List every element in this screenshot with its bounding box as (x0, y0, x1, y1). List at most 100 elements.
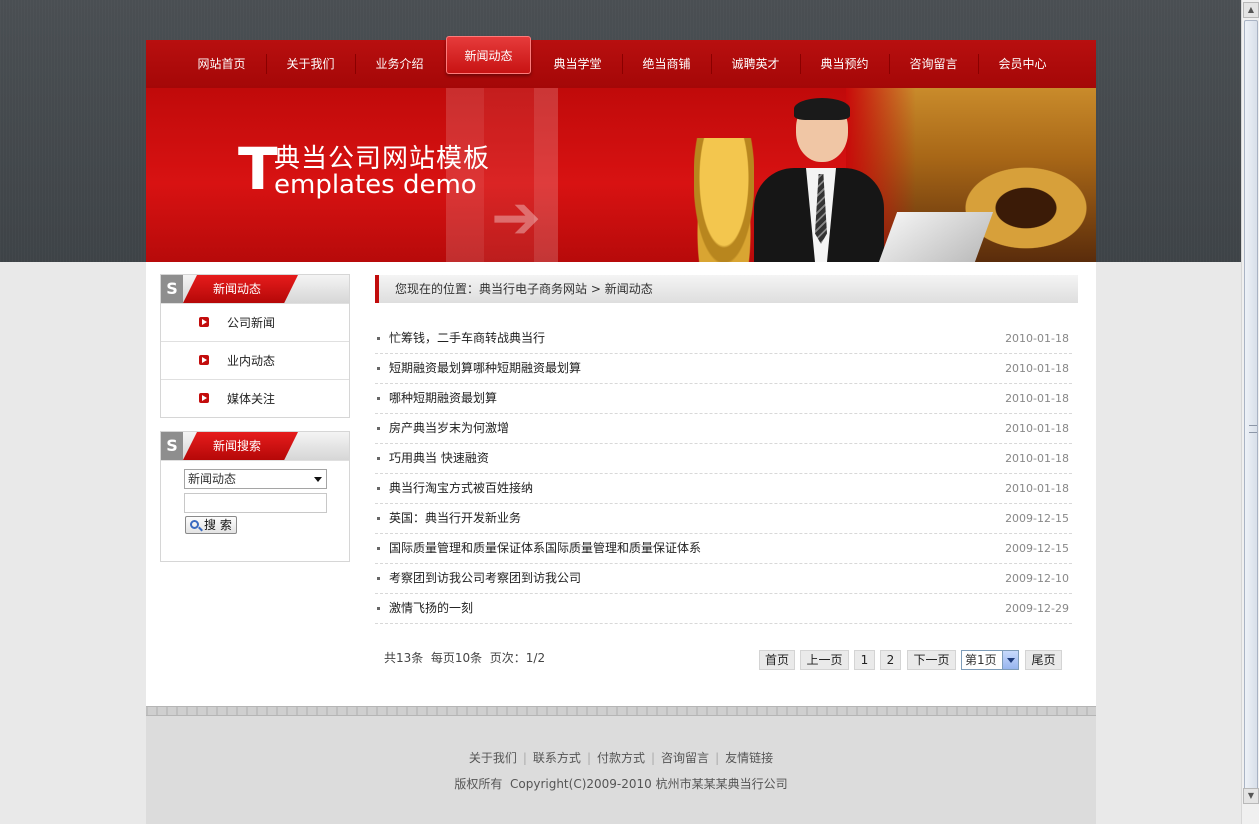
news-title[interactable]: 短期融资最划算哪种短期融资最划算 (389, 361, 581, 375)
footer-pattern-divider (146, 706, 1096, 716)
s-badge-icon: S (161, 432, 183, 460)
main-nav: 网站首页 关于我们 业务介绍 新闻动态 典当学堂 绝当商铺 诚聘英才 典当预约 … (146, 36, 1096, 88)
pager-first-button[interactable]: 首页 (759, 650, 795, 670)
news-list-item[interactable]: 英国：典当行开发新业务 2009-12-15 (375, 504, 1072, 534)
banner: ➔ T 典当公司网站模板 emplates demo (146, 88, 1096, 262)
nav-item-business[interactable]: 业务介绍 (355, 40, 444, 88)
news-date: 2009-12-10 (1005, 572, 1069, 585)
banner-businessman-image (754, 98, 884, 262)
pager-page-select[interactable]: 第1页 (961, 650, 1019, 670)
vertical-scrollbar[interactable]: ▲ ▼ (1241, 0, 1259, 824)
nav-item-member[interactable]: 会员中心 (978, 40, 1067, 88)
category-item-label: 公司新闻 (227, 316, 276, 330)
news-date: 2009-12-29 (1005, 602, 1069, 615)
category-box-title: 新闻动态 (183, 275, 298, 303)
news-title[interactable]: 典当行淘宝方式被百姓接纳 (389, 481, 533, 495)
footer-link-payment[interactable]: 付款方式 (597, 751, 645, 765)
news-list-item[interactable]: 哪种短期融资最划算 2010-01-18 (375, 384, 1072, 414)
category-item-media[interactable]: 媒体关注 (161, 379, 349, 417)
footer-separator: | (586, 751, 591, 765)
breadcrumb-site-link[interactable]: 典当行电子商务网站 (479, 282, 587, 296)
chevron-down-icon (1002, 651, 1018, 669)
news-title[interactable]: 考察团到访我公司考察团到访我公司 (389, 571, 581, 585)
footer-link-message[interactable]: 咨询留言 (661, 751, 709, 765)
news-title[interactable]: 激情飞扬的一刻 (389, 601, 473, 615)
news-title[interactable]: 忙筹钱，二手车商转战典当行 (389, 331, 545, 345)
search-form: 新闻动态 搜 索 (161, 460, 349, 561)
nav-item-jobs[interactable]: 诚聘英才 (711, 40, 800, 88)
nav-item-message[interactable]: 咨询留言 (889, 40, 978, 88)
s-badge-icon: S (161, 275, 183, 303)
arrow-bullet-icon (199, 355, 209, 365)
news-list-item[interactable]: 巧用典当 快速融资 2010-01-18 (375, 444, 1072, 474)
news-title[interactable]: 巧用典当 快速融资 (389, 451, 489, 465)
scrollbar-thumb[interactable] (1244, 20, 1258, 796)
news-list-item[interactable]: 国际质量管理和质量保证体系国际质量管理和质量保证体系 2009-12-15 (375, 534, 1072, 564)
news-date: 2010-01-18 (1005, 422, 1069, 435)
search-category-select[interactable]: 新闻动态 (184, 469, 327, 489)
search-box-title: 新闻搜索 (183, 432, 298, 460)
nav-item-school[interactable]: 典当学堂 (533, 40, 622, 88)
news-list-item[interactable]: 忙筹钱，二手车商转战典当行 2010-01-18 (375, 324, 1072, 354)
news-list-item[interactable]: 房产典当岁末为何激增 2010-01-18 (375, 414, 1072, 444)
nav-item-shop[interactable]: 绝当商铺 (622, 40, 711, 88)
nav-item-about[interactable]: 关于我们 (266, 40, 355, 88)
footer-links: 关于我们 | 联系方式 | 付款方式 | 咨询留言 | 友情链接 (146, 749, 1096, 766)
breadcrumb-current: 新闻动态 (604, 282, 653, 296)
news-title[interactable]: 国际质量管理和质量保证体系国际质量管理和质量保证体系 (389, 541, 701, 555)
footer-separator: | (522, 751, 527, 765)
pager-page-2[interactable]: 2 (880, 650, 901, 670)
arrow-icon: ➔ (491, 183, 542, 253)
search-button[interactable]: 搜 索 (185, 516, 237, 534)
news-list-item[interactable]: 典当行淘宝方式被百姓接纳 2010-01-18 (375, 474, 1072, 504)
news-title[interactable]: 哪种短期融资最划算 (389, 391, 497, 405)
news-date: 2009-12-15 (1005, 542, 1069, 555)
page-container: 网站首页 关于我们 业务介绍 新闻动态 典当学堂 绝当商铺 诚聘英才 典当预约 … (146, 36, 1096, 824)
banner-big-letter: T (238, 135, 278, 203)
footer-link-contact[interactable]: 联系方式 (533, 751, 581, 765)
news-title[interactable]: 英国：典当行开发新业务 (389, 511, 521, 525)
scroll-down-icon[interactable]: ▼ (1243, 788, 1259, 804)
news-title[interactable]: 房产典当岁末为何激增 (389, 421, 509, 435)
search-input[interactable] (184, 493, 327, 513)
nav-item-home[interactable]: 网站首页 (177, 40, 266, 88)
grip-icon (1249, 425, 1257, 433)
news-list-item[interactable]: 短期融资最划算哪种短期融资最划算 2010-01-18 (375, 354, 1072, 384)
banner-title-en: emplates demo (274, 170, 477, 200)
scroll-up-icon[interactable]: ▲ (1243, 2, 1259, 18)
news-list-item[interactable]: 激情飞扬的一刻 2009-12-29 (375, 594, 1072, 624)
pager-info: 共13条 每页10条 页次：1/2 (384, 651, 546, 665)
pager-last-button[interactable]: 尾页 (1025, 650, 1062, 670)
search-box: S 新闻搜索 新闻动态 搜 索 (160, 431, 350, 562)
news-date: 2010-01-18 (1005, 482, 1069, 495)
pager-next-button[interactable]: 下一页 (907, 650, 956, 670)
news-date: 2010-01-18 (1005, 392, 1069, 405)
search-box-header: S 新闻搜索 (161, 432, 349, 460)
banner-lion-statue-image (694, 138, 754, 262)
nav-item-news[interactable]: 新闻动态 (446, 36, 531, 74)
breadcrumb-separator: > (587, 282, 605, 296)
footer-separator: | (715, 751, 720, 765)
arrow-bullet-icon (199, 317, 209, 327)
search-button-label: 搜 索 (204, 518, 232, 532)
footer-link-friends[interactable]: 友情链接 (725, 751, 773, 765)
search-icon (190, 520, 199, 529)
category-item-label: 媒体关注 (227, 392, 276, 406)
category-item-company-news[interactable]: 公司新闻 (161, 303, 349, 341)
breadcrumb: 您现在的位置：典当行电子商务网站 > 新闻动态 (375, 275, 1078, 303)
news-date: 2010-01-18 (1005, 362, 1069, 375)
pager-page-1[interactable]: 1 (854, 650, 875, 670)
arrow-bullet-icon (199, 393, 209, 403)
pager-prev-button[interactable]: 上一页 (800, 650, 849, 670)
category-item-industry-news[interactable]: 业内动态 (161, 341, 349, 379)
footer-copyright: 版权所有 Copyright(C)2009-2010 杭州市某某某典当行公司 (454, 777, 788, 791)
category-box: S 新闻动态 公司新闻 业内动态 媒体关注 (160, 274, 350, 418)
banner-laptop-image (878, 212, 994, 262)
chevron-down-icon (314, 477, 322, 482)
news-date: 2009-12-15 (1005, 512, 1069, 525)
news-list-item[interactable]: 考察团到访我公司考察团到访我公司 2009-12-10 (375, 564, 1072, 594)
category-box-header: S 新闻动态 (161, 275, 349, 303)
news-date: 2010-01-18 (1005, 452, 1069, 465)
footer-link-about[interactable]: 关于我们 (469, 751, 517, 765)
nav-item-booking[interactable]: 典当预约 (800, 40, 889, 88)
